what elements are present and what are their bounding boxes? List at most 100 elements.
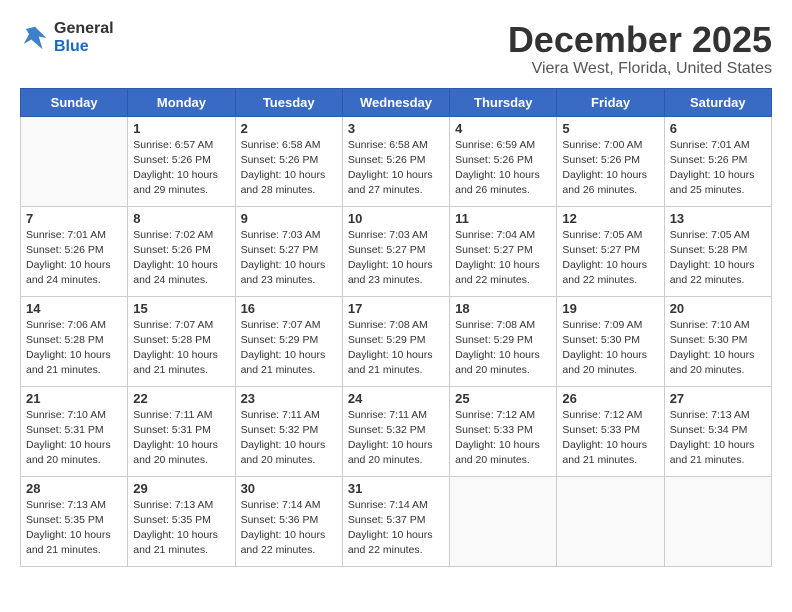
day-number: 16 xyxy=(241,301,337,316)
calendar-cell: 14 Sunrise: 7:06 AMSunset: 5:28 PMDayligh… xyxy=(21,296,128,386)
weekday-header-row: SundayMondayTuesdayWednesdayThursdayFrid… xyxy=(21,88,772,116)
week-row-1: 1 Sunrise: 6:57 AMSunset: 5:26 PMDaylight… xyxy=(21,116,772,206)
day-info: Sunrise: 7:07 AMSunset: 5:28 PMDaylight:… xyxy=(133,318,229,379)
day-number: 13 xyxy=(670,211,766,226)
calendar-cell: 18Sunrise: 7:08 AMSunset: 5:29 PMDayligh… xyxy=(450,296,557,386)
calendar-cell: 25 Sunrise: 7:12 AMSunset: 5:33 PMDayligh… xyxy=(450,386,557,476)
day-info: Sunrise: 7:11 AMSunset: 5:32 PMDaylight:… xyxy=(348,408,444,469)
calendar-cell: 3Sunrise: 6:58 AMSunset: 5:26 PMDaylight… xyxy=(342,116,449,206)
day-number: 20 xyxy=(670,301,766,316)
logo-text: General Blue xyxy=(54,20,114,55)
day-number: 2 xyxy=(241,121,337,136)
calendar-cell: 1 Sunrise: 6:57 AMSunset: 5:26 PMDaylight… xyxy=(128,116,235,206)
day-number: 4 xyxy=(455,121,551,136)
calendar-cell xyxy=(557,476,664,566)
calendar-cell: 5 Sunrise: 7:00 AMSunset: 5:26 PMDaylight… xyxy=(557,116,664,206)
calendar-cell: 4 Sunrise: 6:59 AMSunset: 5:26 PMDaylight… xyxy=(450,116,557,206)
calendar-cell: 9Sunrise: 7:03 AMSunset: 5:27 PMDaylight… xyxy=(235,206,342,296)
day-info: Sunrise: 6:58 AMSunset: 5:26 PMDaylight:… xyxy=(241,138,337,199)
day-number: 29 xyxy=(133,481,229,496)
logo-bird-icon xyxy=(20,23,50,53)
month-title: December 2025 xyxy=(508,20,772,60)
calendar-cell: 19 Sunrise: 7:09 AMSunset: 5:30 PMDayligh… xyxy=(557,296,664,386)
calendar-cell: 8Sunrise: 7:02 AMSunset: 5:26 PMDaylight… xyxy=(128,206,235,296)
calendar-cell: 16 Sunrise: 7:07 AMSunset: 5:29 PMDayligh… xyxy=(235,296,342,386)
day-info: Sunrise: 7:00 AMSunset: 5:26 PMDaylight:… xyxy=(562,138,658,199)
calendar-cell: 24Sunrise: 7:11 AMSunset: 5:32 PMDayligh… xyxy=(342,386,449,476)
calendar-cell: 23 Sunrise: 7:11 AMSunset: 5:32 PMDayligh… xyxy=(235,386,342,476)
weekday-header-friday: Friday xyxy=(557,88,664,116)
day-number: 18 xyxy=(455,301,551,316)
day-number: 25 xyxy=(455,391,551,406)
day-info: Sunrise: 7:14 AMSunset: 5:37 PMDaylight:… xyxy=(348,498,444,559)
day-number: 1 xyxy=(133,121,229,136)
week-row-3: 14 Sunrise: 7:06 AMSunset: 5:28 PMDayligh… xyxy=(21,296,772,386)
location: Viera West, Florida, United States xyxy=(508,60,772,78)
day-info: Sunrise: 7:05 AMSunset: 5:27 PMDaylight:… xyxy=(562,228,658,289)
calendar-cell xyxy=(664,476,771,566)
day-number: 7 xyxy=(26,211,122,226)
day-number: 6 xyxy=(670,121,766,136)
calendar-cell xyxy=(21,116,128,206)
calendar-cell: 11 Sunrise: 7:04 AMSunset: 5:27 PMDayligh… xyxy=(450,206,557,296)
calendar-table: SundayMondayTuesdayWednesdayThursdayFrid… xyxy=(20,88,772,567)
day-info: Sunrise: 7:09 AMSunset: 5:30 PMDaylight:… xyxy=(562,318,658,379)
week-row-4: 21Sunrise: 7:10 AMSunset: 5:31 PMDayligh… xyxy=(21,386,772,476)
calendar-cell: 2 Sunrise: 6:58 AMSunset: 5:26 PMDaylight… xyxy=(235,116,342,206)
weekday-header-sunday: Sunday xyxy=(21,88,128,116)
day-number: 14 xyxy=(26,301,122,316)
day-number: 15 xyxy=(133,301,229,316)
day-number: 8 xyxy=(133,211,229,226)
calendar-cell: 17 Sunrise: 7:08 AMSunset: 5:29 PMDayligh… xyxy=(342,296,449,386)
day-info: Sunrise: 7:14 AMSunset: 5:36 PMDaylight:… xyxy=(241,498,337,559)
day-info: Sunrise: 7:10 AMSunset: 5:31 PMDaylight:… xyxy=(26,408,122,469)
calendar-cell: 29 Sunrise: 7:13 AMSunset: 5:35 PMDayligh… xyxy=(128,476,235,566)
calendar-cell: 7 Sunrise: 7:01 AMSunset: 5:26 PMDaylight… xyxy=(21,206,128,296)
day-info: Sunrise: 7:05 AMSunset: 5:28 PMDaylight:… xyxy=(670,228,766,289)
day-number: 28 xyxy=(26,481,122,496)
calendar-cell: 13 Sunrise: 7:05 AMSunset: 5:28 PMDayligh… xyxy=(664,206,771,296)
day-info: Sunrise: 7:13 AMSunset: 5:35 PMDaylight:… xyxy=(26,498,122,559)
calendar-cell: 10Sunrise: 7:03 AMSunset: 5:27 PMDayligh… xyxy=(342,206,449,296)
weekday-header-tuesday: Tuesday xyxy=(235,88,342,116)
day-info: Sunrise: 7:03 AMSunset: 5:27 PMDaylight:… xyxy=(241,228,337,289)
weekday-header-saturday: Saturday xyxy=(664,88,771,116)
day-info: Sunrise: 7:08 AMSunset: 5:29 PMDaylight:… xyxy=(348,318,444,379)
day-number: 12 xyxy=(562,211,658,226)
day-number: 19 xyxy=(562,301,658,316)
day-info: Sunrise: 6:59 AMSunset: 5:26 PMDaylight:… xyxy=(455,138,551,199)
day-info: Sunrise: 7:07 AMSunset: 5:29 PMDaylight:… xyxy=(241,318,337,379)
day-number: 11 xyxy=(455,211,551,226)
logo-blue: Blue xyxy=(54,38,114,56)
calendar-cell: 30 Sunrise: 7:14 AMSunset: 5:36 PMDayligh… xyxy=(235,476,342,566)
calendar-cell: 28 Sunrise: 7:13 AMSunset: 5:35 PMDayligh… xyxy=(21,476,128,566)
day-info: Sunrise: 7:13 AMSunset: 5:34 PMDaylight:… xyxy=(670,408,766,469)
day-info: Sunrise: 7:01 AMSunset: 5:26 PMDaylight:… xyxy=(26,228,122,289)
day-info: Sunrise: 7:01 AMSunset: 5:26 PMDaylight:… xyxy=(670,138,766,199)
day-info: Sunrise: 7:11 AMSunset: 5:32 PMDaylight:… xyxy=(241,408,337,469)
calendar-cell: 26Sunrise: 7:12 AMSunset: 5:33 PMDayligh… xyxy=(557,386,664,476)
day-info: Sunrise: 7:13 AMSunset: 5:35 PMDaylight:… xyxy=(133,498,229,559)
day-number: 30 xyxy=(241,481,337,496)
day-number: 17 xyxy=(348,301,444,316)
day-info: Sunrise: 6:57 AMSunset: 5:26 PMDaylight:… xyxy=(133,138,229,199)
day-info: Sunrise: 7:12 AMSunset: 5:33 PMDaylight:… xyxy=(455,408,551,469)
day-info: Sunrise: 7:04 AMSunset: 5:27 PMDaylight:… xyxy=(455,228,551,289)
calendar-cell: 21Sunrise: 7:10 AMSunset: 5:31 PMDayligh… xyxy=(21,386,128,476)
title-area: December 2025 Viera West, Florida, Unite… xyxy=(508,20,772,78)
week-row-5: 28 Sunrise: 7:13 AMSunset: 5:35 PMDayligh… xyxy=(21,476,772,566)
day-number: 10 xyxy=(348,211,444,226)
weekday-header-monday: Monday xyxy=(128,88,235,116)
calendar-cell: 6 Sunrise: 7:01 AMSunset: 5:26 PMDaylight… xyxy=(664,116,771,206)
day-info: Sunrise: 7:06 AMSunset: 5:28 PMDaylight:… xyxy=(26,318,122,379)
weekday-header-thursday: Thursday xyxy=(450,88,557,116)
day-number: 26 xyxy=(562,391,658,406)
day-number: 23 xyxy=(241,391,337,406)
day-number: 22 xyxy=(133,391,229,406)
calendar-cell: 15 Sunrise: 7:07 AMSunset: 5:28 PMDayligh… xyxy=(128,296,235,386)
calendar-cell: 31Sunrise: 7:14 AMSunset: 5:37 PMDayligh… xyxy=(342,476,449,566)
day-number: 5 xyxy=(562,121,658,136)
calendar-cell: 12 Sunrise: 7:05 AMSunset: 5:27 PMDayligh… xyxy=(557,206,664,296)
day-number: 3 xyxy=(348,121,444,136)
logo-general: General xyxy=(54,20,114,38)
